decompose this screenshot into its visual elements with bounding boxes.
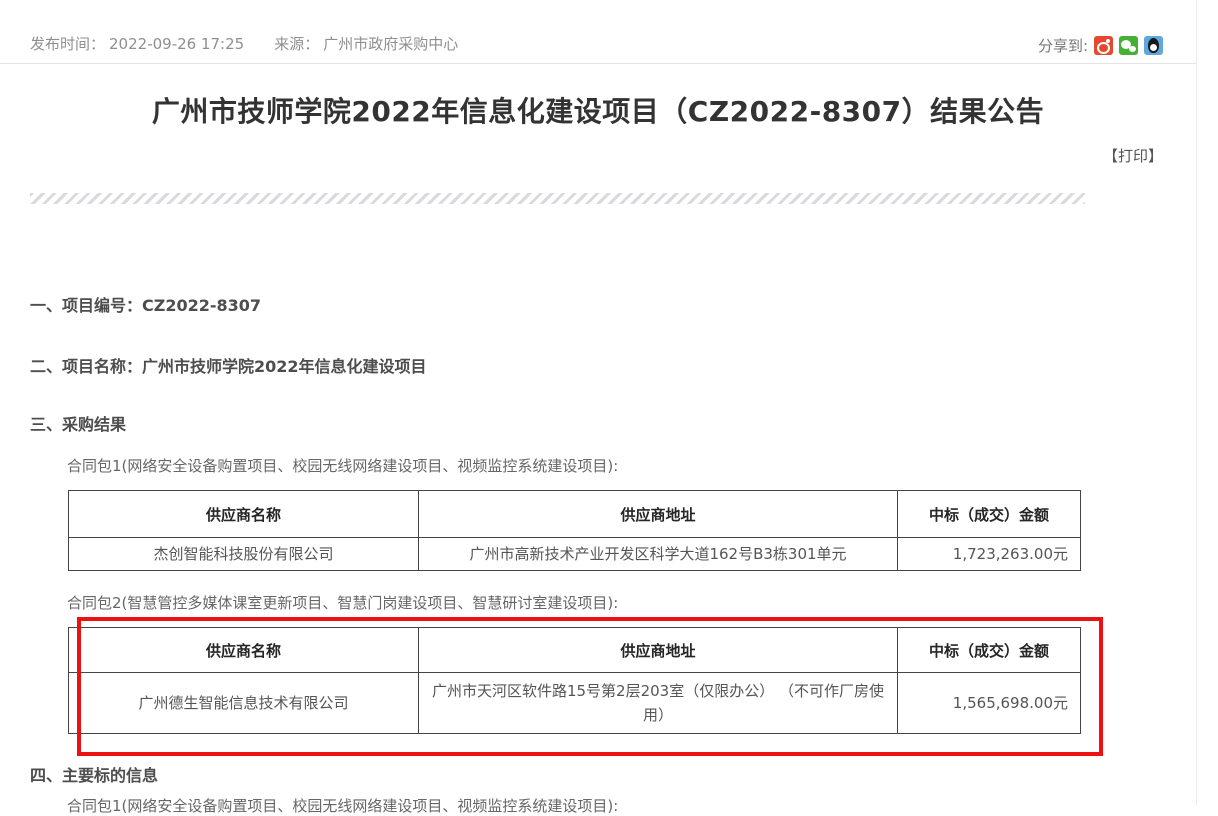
package2-header-row: 供应商名称 供应商地址 中标（成交）金额 — [69, 628, 1081, 673]
section-heading-main-subject-info: 四、主要标的信息 — [30, 762, 158, 786]
column-header-supplier-name: 供应商名称 — [69, 628, 419, 673]
package2-label: 合同包2(智慧管控多媒体课室更新项目、智慧门岗建设项目、智慧研讨室建设项目): — [67, 592, 618, 613]
article-meta-bar: 发布时间： 2022-09-26 17:25 来源： 广州市政府采购中心 — [30, 33, 458, 54]
column-header-supplier-name: 供应商名称 — [69, 491, 419, 538]
package1-data-row: 杰创智能科技股份有限公司 广州市高新技术产业开发区科学大道162号B3栋301单… — [69, 538, 1081, 571]
column-header-award-amount: 中标（成交）金额 — [898, 491, 1081, 538]
publish-time-label: 发布时间： — [30, 33, 105, 54]
column-header-award-amount: 中标（成交）金额 — [898, 628, 1081, 673]
column-header-supplier-address: 供应商地址 — [419, 628, 898, 673]
package2-data-row: 广州德生智能信息技术有限公司 广州市天河区软件路15号第2层203室（仅限办公）… — [69, 673, 1081, 734]
page-right-border — [1196, 0, 1197, 805]
section-heading-procurement-result: 三、采购结果 — [30, 411, 126, 435]
source-value: 广州市政府采购中心 — [323, 33, 458, 54]
publish-time-value: 2022-09-26 17:25 — [109, 35, 244, 53]
section-heading-project-name: 二、项目名称：广州市技师学院2022年信息化建设项目 — [30, 353, 427, 377]
package1-label: 合同包1(网络安全设备购置项目、校园无线网络建设项目、视频监控系统建设项目): — [67, 455, 618, 476]
package2-supplier-address: 广州市天河区软件路15号第2层203室（仅限办公） （不可作厂房使用） — [419, 673, 898, 734]
section-heading-project-number: 一、项目编号：CZ2022-8307 — [30, 292, 261, 316]
weibo-share-icon[interactable] — [1094, 36, 1113, 55]
package1-supplier-address: 广州市高新技术产业开发区科学大道162号B3栋301单元 — [419, 538, 898, 571]
package1-header-row: 供应商名称 供应商地址 中标（成交）金额 — [69, 491, 1081, 538]
package1-result-table: 供应商名称 供应商地址 中标（成交）金额 杰创智能科技股份有限公司 广州市高新技… — [68, 490, 1081, 571]
column-header-supplier-address: 供应商地址 — [419, 491, 898, 538]
header-divider — [0, 63, 1196, 64]
package2-result-table: 供应商名称 供应商地址 中标（成交）金额 广州德生智能信息技术有限公司 广州市天… — [68, 627, 1081, 734]
decorative-hatched-divider — [30, 193, 1085, 204]
package1-supplier-name: 杰创智能科技股份有限公司 — [69, 538, 419, 571]
share-label: 分享到: — [1038, 35, 1088, 56]
truncated-package1-line: 合同包1(网络安全设备购置项目、校园无线网络建设项目、视频监控系统建设项目): — [67, 795, 618, 816]
qq-share-icon[interactable] — [1144, 36, 1163, 55]
source-label: 来源： — [274, 33, 319, 54]
page-title: 广州市技师学院2022年信息化建设项目（CZ2022-8307）结果公告 — [0, 90, 1196, 130]
package2-supplier-name: 广州德生智能信息技术有限公司 — [69, 673, 419, 734]
wechat-share-icon[interactable] — [1119, 36, 1138, 55]
package2-award-amount: 1,565,698.00元 — [898, 673, 1081, 734]
print-button[interactable]: 【打印】 — [1103, 145, 1163, 166]
share-bar: 分享到: — [1038, 35, 1163, 56]
package1-award-amount: 1,723,263.00元 — [898, 538, 1081, 571]
